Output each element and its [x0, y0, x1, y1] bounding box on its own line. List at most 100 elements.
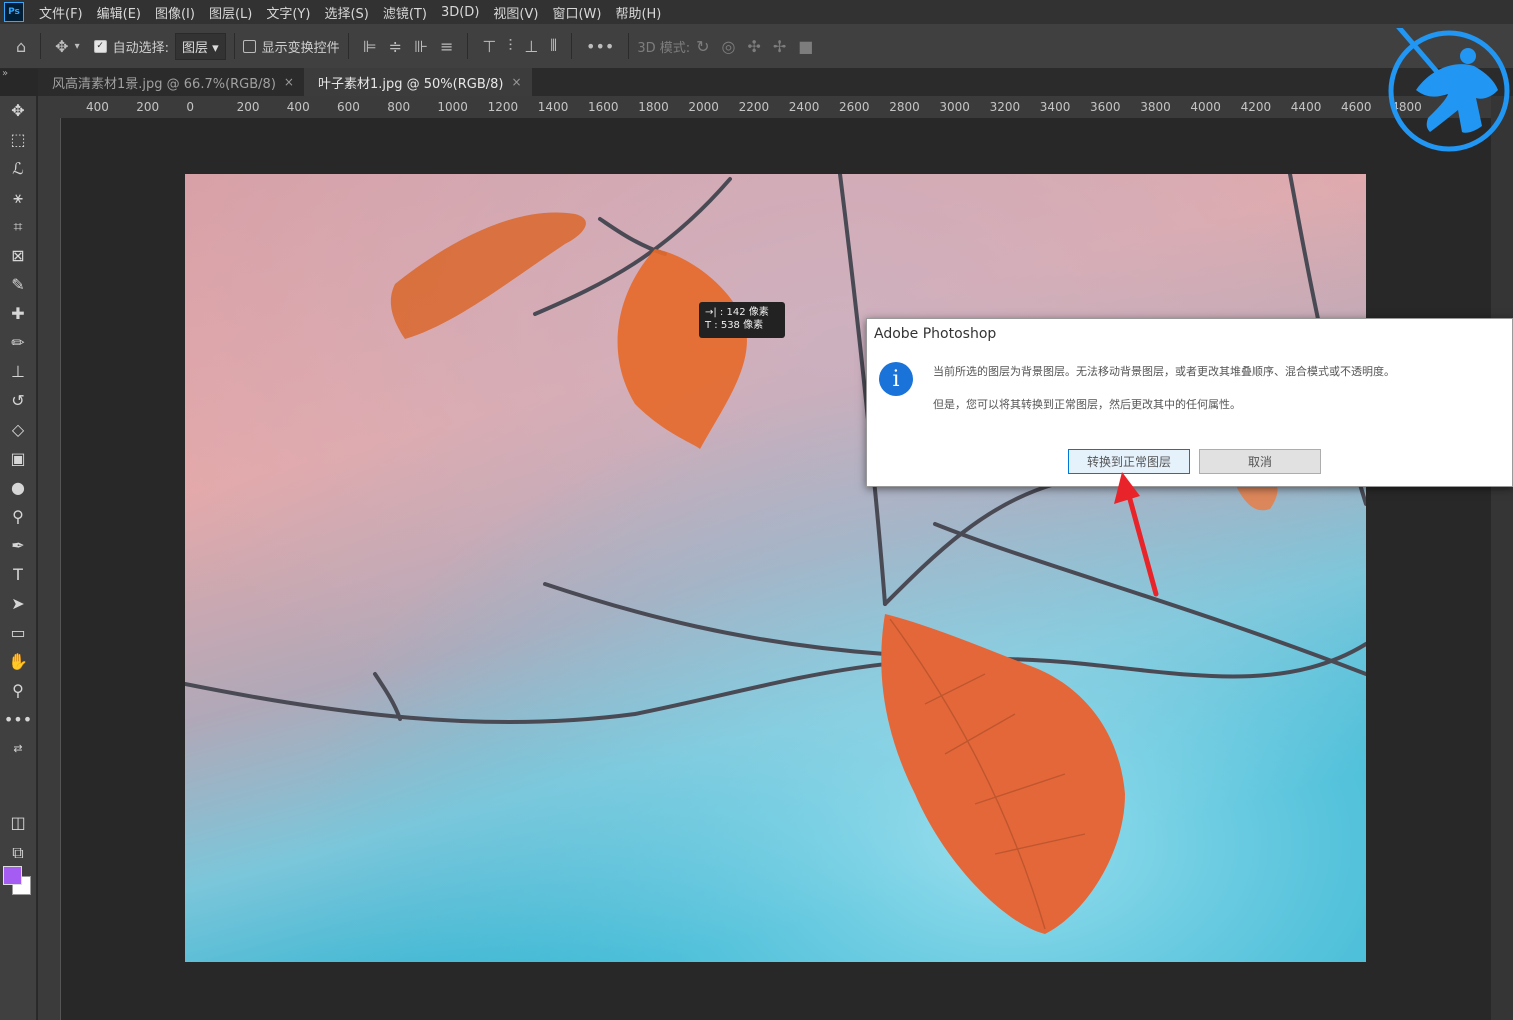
document-tab-bar: 风高清素材1景.jpg @ 66.7%(RGB/8) × 叶子素材1.jpg @… [38, 68, 1513, 96]
ruler-tick-label: 4200 [1240, 100, 1272, 114]
eyedropper-tool-icon[interactable]: ✎ [0, 270, 36, 299]
path-selection-tool-icon[interactable]: ➤ [0, 589, 36, 618]
distribute-vertical-icon[interactable]: ⫴ [550, 36, 557, 56]
align-middle-icon[interactable]: ⫶ [508, 36, 512, 56]
ruler-tick-label: 2000 [688, 100, 719, 114]
shape-tool-icon[interactable]: ▭ [0, 618, 36, 647]
magic-wand-tool-icon[interactable]: ⚹ [0, 183, 36, 212]
more-options-icon[interactable]: ••• [586, 37, 614, 56]
swap-colors-icon[interactable]: ⇄ [0, 734, 36, 763]
eraser-tool-icon[interactable]: ◇ [0, 415, 36, 444]
auto-select-value: 图层 [181, 40, 208, 56]
move-tool-icon[interactable]: ✥ [55, 37, 68, 56]
menu-filter[interactable]: 滤镜(T) [376, 3, 434, 22]
distribute-icon[interactable]: ≡ [440, 37, 453, 56]
auto-select-label: 自动选择: [112, 40, 169, 56]
leaf-photo [185, 174, 1366, 962]
move-tool-icon[interactable]: ✥ [0, 96, 36, 125]
menu-file[interactable]: 文件(F) [32, 3, 90, 22]
blur-tool-icon[interactable]: ● [0, 473, 36, 502]
show-transform-label: 显示变换控件 [261, 40, 340, 56]
align-right-icon[interactable]: ⊪ [414, 37, 428, 56]
auto-select-checkbox[interactable]: ✓ [93, 39, 107, 53]
horizontal-ruler: 400 200 0 200 400 600 800 1000 1200 1400 1600 1800 2… [38, 96, 1513, 119]
menu-type[interactable]: 文字(Y) [259, 3, 317, 22]
history-brush-tool-icon[interactable]: ↺ [0, 386, 36, 415]
menu-edit[interactable]: 编辑(E) [90, 3, 148, 22]
align-bottom-icon[interactable]: ⊥ [524, 37, 538, 56]
frame-tool-icon[interactable]: ⊠ [0, 241, 36, 270]
document-image[interactable] [185, 174, 1366, 962]
auto-select-dropdown[interactable]: 图层 ▾ [174, 32, 226, 60]
divider [347, 33, 349, 59]
align-left-icon[interactable]: ⊫ [363, 37, 377, 56]
align-top-icon[interactable]: ⊤ [482, 37, 496, 56]
home-icon[interactable]: ⌂ [16, 37, 26, 56]
menu-help[interactable]: 帮助(H) [608, 3, 668, 22]
show-transform-checkbox[interactable] [242, 39, 256, 53]
chevron-down-icon[interactable]: ▾ [75, 41, 80, 52]
ruler-tick-label: 3800 [1140, 100, 1171, 114]
3d-pan-icon[interactable]: ✣ [747, 37, 760, 56]
ruler-tick-label: 3000 [939, 100, 970, 114]
cancel-button[interactable]: 取消 [1199, 449, 1321, 474]
ruler-tick-label: 1800 [638, 100, 669, 114]
photoshop-logo-icon: Ps [4, 2, 24, 22]
hand-tool-icon[interactable]: ✋ [0, 647, 36, 676]
zoom-tool-icon[interactable]: ⚲ [0, 676, 36, 705]
gradient-tool-icon[interactable]: ▣ [0, 444, 36, 473]
tab-label: 叶子素材1.jpg @ 50%(RGB/8) [317, 76, 504, 92]
menu-layer[interactable]: 图层(L) [202, 3, 259, 22]
close-icon[interactable]: × [284, 75, 294, 89]
tab-label: 风高清素材1景.jpg @ 66.7%(RGB/8) [52, 76, 276, 92]
3d-camera-icon[interactable]: ■ [798, 37, 813, 56]
panel-collapse-icon[interactable]: » [2, 68, 8, 79]
measure-tooltip: →| : 142 像素 T : 538 像素 [699, 302, 785, 338]
ruler-tick-label: 400 [286, 100, 310, 114]
tools-panel: ✥ ⬚ ℒ ⚹ ⌗ ⊠ ✎ ✚ ✏ ⊥ ↺ ◇ ▣ ● ⚲ ✒ T ➤ ▭ ✋ … [0, 96, 37, 1020]
3d-mode-label: 3D 模式: [637, 40, 691, 56]
crop-tool-icon[interactable]: ⌗ [0, 212, 36, 241]
align-center-icon[interactable]: ≑ [389, 37, 402, 56]
ruler-tick-label: 4400 [1290, 100, 1322, 114]
3d-rotate-icon[interactable]: ↻ [696, 37, 709, 56]
quick-mask-icon[interactable]: ◫ [0, 808, 36, 837]
ruler-tick-label: 400 [86, 100, 109, 114]
3d-roll-icon[interactable]: ◎ [722, 37, 736, 56]
ruler-tick-label: 3600 [1090, 100, 1121, 114]
divider [571, 33, 572, 59]
pen-tool-icon[interactable]: ✒ [0, 531, 36, 560]
screen-mode-icon[interactable]: ⧉ [0, 838, 36, 867]
lasso-tool-icon[interactable]: ℒ [0, 154, 36, 183]
ruler-tick-label: 4600 [1341, 100, 1372, 114]
vertical-scrollbar[interactable] [1491, 96, 1513, 1020]
menu-image[interactable]: 图像(I) [148, 3, 202, 22]
marquee-tool-icon[interactable]: ⬚ [0, 125, 36, 154]
tab-document-2[interactable]: 叶子素材1.jpg @ 50%(RGB/8) × [303, 68, 532, 96]
more-tools-icon[interactable]: ••• [0, 705, 36, 734]
3d-slide-icon[interactable]: ✢ [773, 37, 786, 56]
foreground-color-swatch[interactable] [3, 866, 22, 885]
measure-y: T : 538 像素 [705, 320, 764, 331]
ruler-tick-label: 1400 [537, 100, 569, 114]
ruler-tick-label: 2400 [788, 100, 820, 114]
menu-3d[interactable]: 3D(D) [434, 5, 486, 20]
menu-select[interactable]: 选择(S) [317, 3, 375, 22]
annotation-arrow-icon [1114, 472, 1159, 597]
type-tool-icon[interactable]: T [0, 560, 36, 589]
ruler-tick-label: 1200 [487, 100, 519, 114]
dodge-tool-icon[interactable]: ⚲ [0, 502, 36, 531]
ruler-tick-label: 1000 [437, 100, 468, 114]
stamp-tool-icon[interactable]: ⊥ [0, 357, 36, 386]
ruler-tick-label: 600 [337, 100, 360, 114]
tab-document-1[interactable]: 风高清素材1景.jpg @ 66.7%(RGB/8) × [38, 68, 304, 96]
ruler-tick-label: 3400 [1039, 100, 1071, 114]
menu-view[interactable]: 视图(V) [486, 3, 545, 22]
brush-tool-icon[interactable]: ✏ [0, 328, 36, 357]
healing-brush-tool-icon[interactable]: ✚ [0, 299, 36, 328]
ruler-tick-label: 3200 [989, 100, 1021, 114]
menu-window[interactable]: 窗口(W) [545, 3, 608, 22]
close-icon[interactable]: × [511, 75, 521, 89]
ruler-tick-label: 200 [236, 100, 260, 114]
divider [40, 33, 42, 59]
